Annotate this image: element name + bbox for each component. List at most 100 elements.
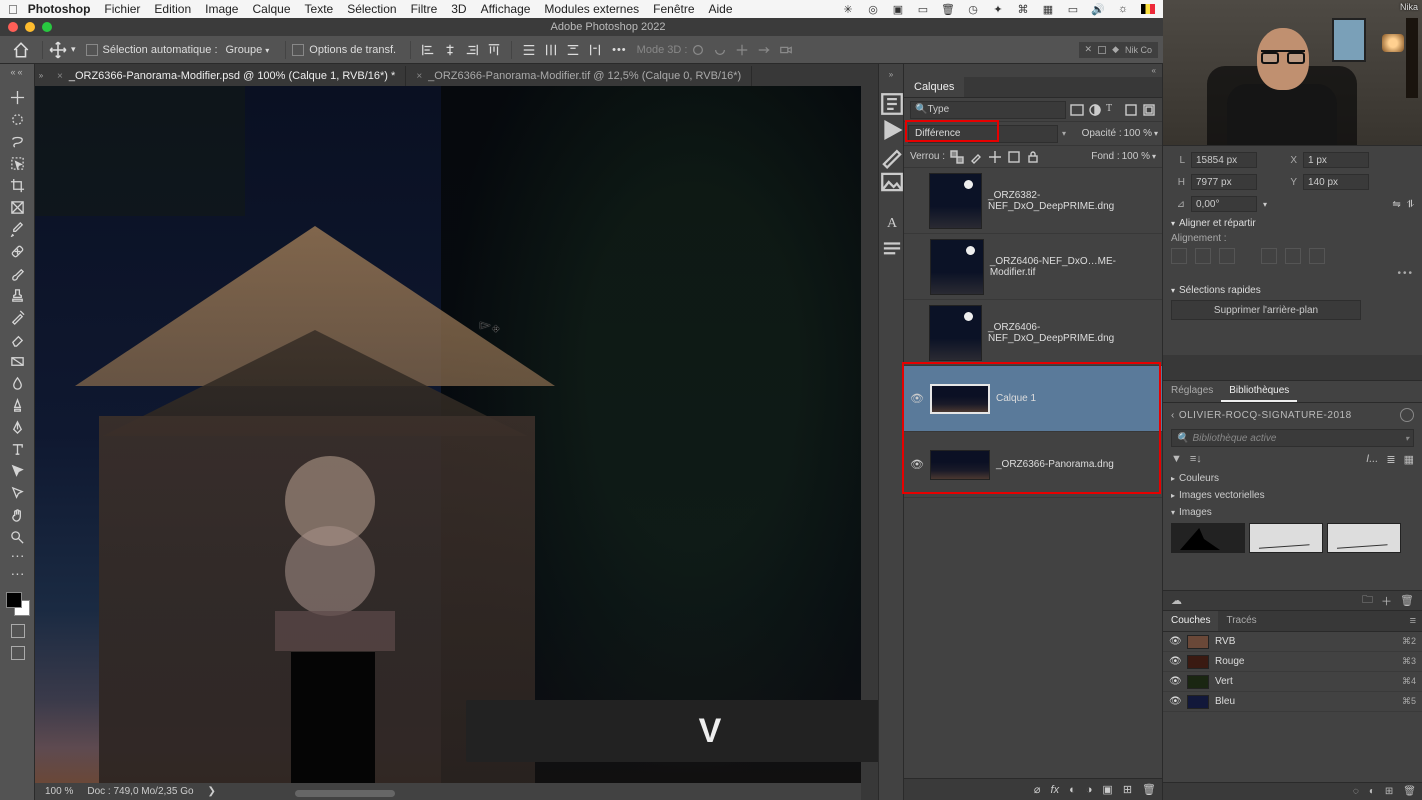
- align-top-icon[interactable]: [1261, 248, 1277, 264]
- tray-clock-icon[interactable]: ◷: [965, 1, 981, 17]
- opacity-chevron-icon[interactable]: ▾: [1154, 129, 1158, 138]
- library-grid-icon[interactable]: ▦: [1404, 453, 1414, 466]
- filter-adjust-icon[interactable]: [1088, 103, 1102, 117]
- actions-panel-icon[interactable]: [879, 117, 905, 143]
- lib-sec-images[interactable]: Images: [1179, 507, 1212, 518]
- tray-volume-icon[interactable]: 🔊: [1090, 1, 1106, 17]
- object-select-tool[interactable]: [0, 152, 35, 174]
- disclosure-icon[interactable]: ▾: [1171, 508, 1175, 517]
- marquee-tool[interactable]: [0, 108, 35, 130]
- height-value[interactable]: 7977 px: [1191, 174, 1257, 190]
- lock-all-icon[interactable]: [1026, 150, 1040, 164]
- align-left-icon[interactable]: [1171, 248, 1187, 264]
- channel-visibility-toggle[interactable]: 👁: [1169, 636, 1181, 647]
- menu-filtre[interactable]: Filtre: [411, 2, 438, 16]
- align-left-icon[interactable]: [420, 42, 436, 58]
- ext-close-icon[interactable]: ✕: [1085, 44, 1093, 55]
- angle-chevron-icon[interactable]: ▾: [1263, 200, 1267, 209]
- library-search-input[interactable]: 🔍 Bibliothèque active ▾: [1171, 429, 1414, 447]
- filter-type-icon[interactable]: T: [1106, 103, 1120, 117]
- blend-chevron-icon[interactable]: ▾: [1062, 129, 1066, 138]
- lock-pixels-icon[interactable]: [969, 150, 983, 164]
- panel-menu-icon[interactable]: ≡: [1404, 611, 1422, 631]
- horizontal-scrollbar[interactable]: [295, 790, 395, 797]
- layer-group-icon[interactable]: ▣: [1102, 783, 1112, 796]
- cloud-icon[interactable]: ☁: [1171, 594, 1182, 607]
- path-select-tool[interactable]: [0, 460, 35, 482]
- window-zoom-button[interactable]: [42, 22, 52, 32]
- library-asset-thumb[interactable]: [1249, 523, 1323, 553]
- blur-tool[interactable]: [0, 372, 35, 394]
- type-tool[interactable]: [0, 438, 35, 460]
- layer-row[interactable]: 👁 _ORZ6366-Panorama.dng: [904, 432, 1162, 498]
- align-top-icon[interactable]: [486, 42, 502, 58]
- library-name[interactable]: OLIVIER-ROCQ-SIGNATURE-2018: [1179, 410, 1352, 421]
- flip-h-icon[interactable]: ⇋: [1392, 199, 1400, 210]
- auto-select-target[interactable]: Groupe ▾: [226, 44, 270, 56]
- info-panel-icon[interactable]: [879, 169, 905, 195]
- tray-icon[interactable]: ✳: [840, 1, 856, 17]
- tab-close-icon[interactable]: ×: [416, 71, 422, 82]
- brush-panel-icon[interactable]: [879, 143, 905, 169]
- tray-icon[interactable]: ◎: [865, 1, 881, 17]
- lib-add-icon[interactable]: ＋: [1381, 593, 1392, 609]
- align-right-icon[interactable]: [1219, 248, 1235, 264]
- layer-mask-icon[interactable]: ◐: [1069, 784, 1076, 796]
- home-icon[interactable]: [12, 41, 30, 59]
- tray-screen-icon[interactable]: ▭: [915, 1, 931, 17]
- menu-3d[interactable]: 3D: [451, 2, 466, 16]
- menu-edition[interactable]: Edition: [154, 2, 191, 16]
- channel-row-bleu[interactable]: 👁 Bleu ⌘5: [1163, 692, 1422, 712]
- layer-name[interactable]: _ORZ6366-Panorama.dng: [996, 459, 1114, 470]
- align-vcenter-icon[interactable]: [1285, 248, 1301, 264]
- history-panel-icon[interactable]: [879, 91, 905, 117]
- panel-collapse-icon[interactable]: «: [904, 64, 1162, 77]
- layer-row-selected[interactable]: 👁 Calque 1: [904, 366, 1162, 432]
- tray-trash-icon[interactable]: 🗑: [940, 1, 956, 17]
- layer-filter-type[interactable]: 🔍 Type: [910, 101, 1066, 119]
- window-close-button[interactable]: [8, 22, 18, 32]
- remove-background-button[interactable]: Supprimer l'arrière-plan: [1171, 300, 1361, 320]
- channel-visibility-toggle[interactable]: 👁: [1169, 676, 1181, 687]
- lock-position-icon[interactable]: [988, 150, 1002, 164]
- distribute-space-icon[interactable]: [587, 42, 603, 58]
- angle-value[interactable]: 0,00°: [1191, 196, 1257, 212]
- lock-transparency-icon[interactable]: [950, 150, 964, 164]
- tray-record-icon[interactable]: ▣: [890, 1, 906, 17]
- layer-style-icon[interactable]: fx: [1051, 784, 1060, 796]
- menu-fenetre[interactable]: Fenêtre: [653, 2, 694, 16]
- library-asset-thumb[interactable]: [1171, 523, 1245, 553]
- stamp-tool[interactable]: [0, 284, 35, 306]
- character-panel-icon[interactable]: A: [879, 211, 905, 237]
- menu-texte[interactable]: Texte: [305, 2, 334, 16]
- blend-mode-select[interactable]: Différence: [908, 125, 1058, 143]
- layer-name[interactable]: Calque 1: [996, 393, 1036, 404]
- library-filter-icon[interactable]: ▼: [1171, 453, 1182, 466]
- y-value[interactable]: 140 px: [1303, 174, 1369, 190]
- layer-name[interactable]: _ORZ6406-NEF_DxO…ME-Modifier.tif: [990, 256, 1156, 278]
- new-layer-icon[interactable]: ⊞: [1123, 783, 1132, 796]
- menu-fichier[interactable]: Fichier: [104, 2, 140, 16]
- search-chevron-icon[interactable]: ▾: [1405, 434, 1409, 443]
- lasso-tool[interactable]: [0, 130, 35, 152]
- more-align-icon[interactable]: •••: [1171, 268, 1414, 279]
- tray-icon[interactable]: ✦: [990, 1, 1006, 17]
- library-asset-thumb[interactable]: [1327, 523, 1401, 553]
- gradient-tool[interactable]: [0, 350, 35, 372]
- menu-selection[interactable]: Sélection: [347, 2, 396, 16]
- tray-display-icon[interactable]: ▭: [1065, 1, 1081, 17]
- ext-min-icon[interactable]: [1098, 46, 1106, 54]
- frame-tool[interactable]: [0, 196, 35, 218]
- tab-traces[interactable]: Tracés: [1218, 611, 1264, 631]
- menu-affichage[interactable]: Affichage: [481, 2, 531, 16]
- align-right-icon[interactable]: [464, 42, 480, 58]
- hand-tool[interactable]: [0, 504, 35, 526]
- extension-bar[interactable]: ✕ ◆ Nik Co: [1079, 42, 1158, 58]
- zoom-tool[interactable]: [0, 526, 35, 548]
- auto-select-checkbox[interactable]: [86, 44, 98, 56]
- channel-mask-icon[interactable]: ◐: [1369, 786, 1375, 797]
- tab-couches[interactable]: Couches: [1163, 611, 1218, 631]
- foreground-color-swatch[interactable]: [6, 592, 22, 608]
- align-hcenter-icon[interactable]: [442, 42, 458, 58]
- document-tab-1[interactable]: × _ORZ6366-Panorama-Modifier.psd @ 100% …: [47, 66, 406, 86]
